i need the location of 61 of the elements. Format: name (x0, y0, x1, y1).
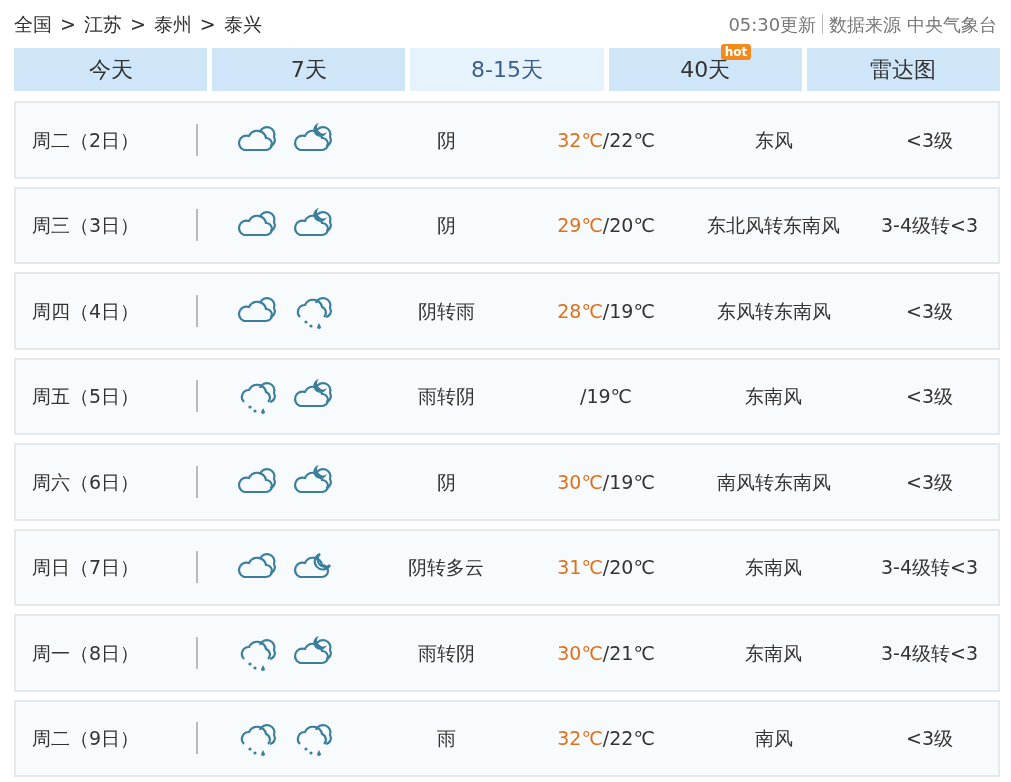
low-temp: /19℃ (602, 470, 655, 493)
wind-level: 3-4级转<3 (879, 213, 979, 238)
day-label: 周二（2日） (31, 127, 141, 153)
wind-direction: 东南风 (744, 555, 803, 580)
tab[interactable]: 8-15天 (410, 48, 604, 91)
high-temp: 32℃ (557, 128, 603, 151)
wind-direction: 东南风 (744, 640, 803, 666)
high-temp: 32℃ (557, 727, 603, 749)
weather-text: 阴 (435, 213, 457, 238)
wind-level: <3级 (905, 384, 954, 409)
wind-level: <3级 (905, 469, 954, 495)
weather-text: 雨转阴 (416, 384, 476, 409)
hot-badge: hot (720, 44, 752, 60)
day-label: 周三（3日） (31, 213, 141, 238)
weather-text: 阴 (435, 127, 457, 153)
breadcrumb-separator: > (60, 11, 76, 37)
low-temp: /19℃ (602, 299, 655, 322)
wind-level: <3级 (905, 127, 954, 153)
high-temp: 31℃ (557, 556, 603, 578)
day-label: 周六（6日） (31, 469, 141, 495)
weather-text: 阴 (435, 469, 457, 495)
weather-text: 雨转阴 (416, 640, 476, 666)
high-temp: 28℃ (557, 299, 603, 322)
data-source: 数据来源 中央气象台 (829, 12, 997, 37)
breadcrumb-separator: > (129, 11, 146, 37)
high-temp: 29℃ (557, 214, 603, 236)
tab[interactable]: 今天 (14, 48, 208, 91)
weather-text: 阴转雨 (416, 298, 476, 324)
breadcrumb-link[interactable]: 全国 (14, 9, 52, 39)
wind-direction: 东风 (753, 127, 794, 153)
wind-level: 3-4级转<3 (879, 555, 979, 580)
weather-text: 阴转多云 (407, 555, 485, 580)
day-label: 周日（7日） (31, 555, 141, 580)
high-temp: 30℃ (557, 470, 603, 493)
tab[interactable]: 7天 (212, 48, 406, 91)
breadcrumb-link[interactable]: 江苏 (83, 9, 122, 39)
low-temp: /20℃ (602, 556, 655, 578)
low-temp: /21℃ (602, 641, 655, 664)
low-temp: /22℃ (602, 128, 655, 151)
low-temp: /20℃ (602, 214, 655, 236)
tab[interactable]: 雷达图 (806, 48, 1000, 91)
day-label: 周四（4日） (31, 298, 141, 324)
day-label: 周二（9日） (31, 726, 141, 751)
day-label: 周五（5日） (31, 384, 141, 409)
high-temp: 30℃ (557, 641, 603, 664)
low-temp: /22℃ (602, 727, 655, 749)
wind-direction: 东南风 (744, 384, 803, 409)
wind-direction: 东风转东南风 (715, 298, 832, 324)
wind-direction: 南风 (753, 726, 794, 751)
breadcrumb-link[interactable]: 泰州 (153, 9, 192, 39)
wind-direction: 东北风转东南风 (706, 213, 841, 238)
low-temp: /19℃ (580, 385, 632, 407)
wind-direction: 南风转东南风 (715, 469, 832, 495)
wind-level: <3级 (905, 726, 954, 751)
wind-level: 3-4级转<3 (879, 640, 979, 666)
weather-text: 雨 (435, 726, 457, 751)
day-label: 周一（8日） (31, 640, 141, 666)
update-time: 05:30更新 (728, 12, 817, 37)
breadcrumb-link[interactable]: 泰兴 (223, 9, 262, 39)
wind-level: <3级 (905, 298, 954, 324)
breadcrumb-separator: > (199, 11, 216, 37)
